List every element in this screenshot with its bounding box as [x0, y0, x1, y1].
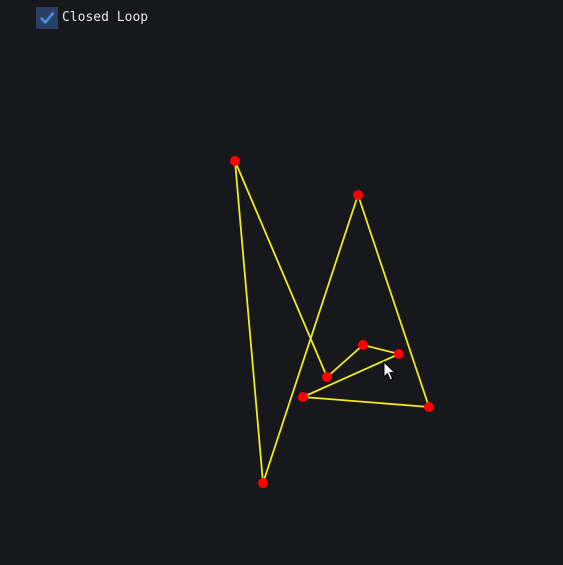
polyline-segment: [234, 160, 328, 378]
polyline-segment: [302, 396, 430, 408]
polyline-plot: [230, 156, 434, 488]
control-point[interactable]: [230, 156, 240, 166]
drawing-canvas[interactable]: [0, 0, 563, 560]
checkbox-box[interactable]: [36, 7, 58, 29]
control-point[interactable]: [322, 372, 332, 382]
control-point[interactable]: [298, 392, 308, 402]
control-point[interactable]: [353, 190, 363, 200]
checkmark-icon: [40, 12, 55, 24]
control-point[interactable]: [394, 349, 404, 359]
polyline-segment: [234, 160, 264, 484]
control-point[interactable]: [258, 478, 268, 488]
closed-loop-checkbox[interactable]: Closed Loop: [36, 7, 148, 29]
control-point[interactable]: [424, 402, 434, 412]
polyline-segment: [262, 194, 359, 484]
control-point[interactable]: [358, 340, 368, 350]
polyline-segment: [362, 344, 400, 355]
mouse-pointer-icon: [383, 361, 397, 381]
closed-loop-label: Closed Loop: [62, 10, 149, 25]
